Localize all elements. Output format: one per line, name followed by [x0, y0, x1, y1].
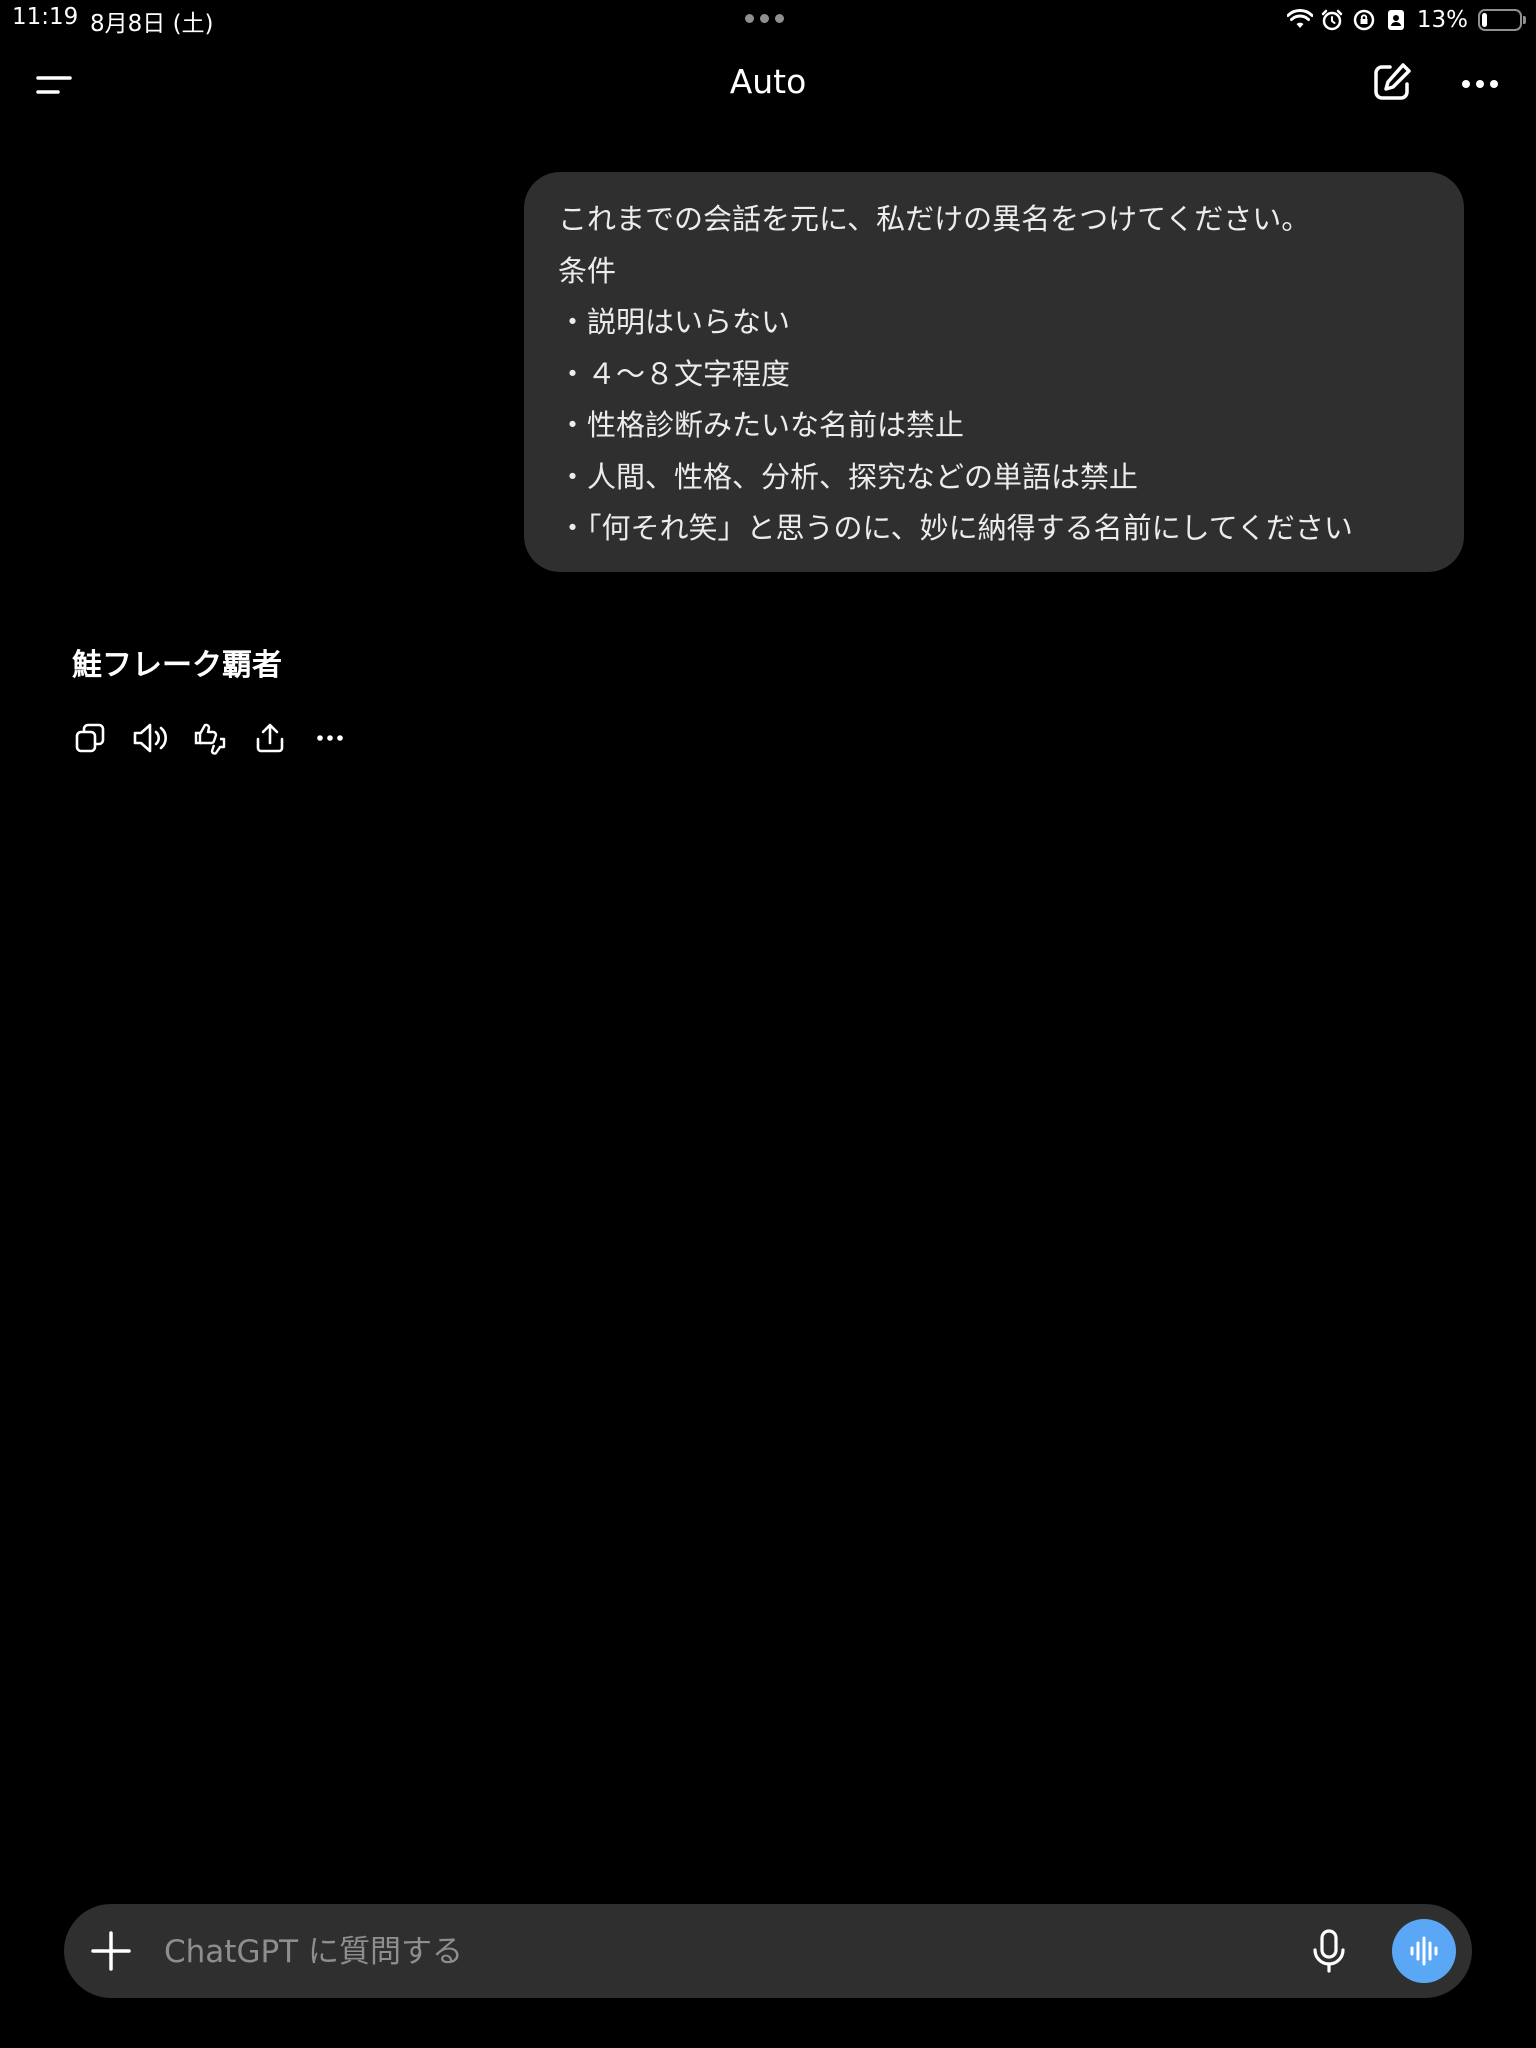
- assistant-action-bar: [70, 718, 350, 758]
- ellipsis-icon: [1462, 80, 1498, 88]
- more-icon: [317, 735, 343, 741]
- user-message-line: ・「何それ笑」と思うのに、妙に納得する名前にしてください: [558, 511, 1353, 545]
- user-message-line: これまでの会話を元に、私だけの異名をつけてください。: [558, 202, 1311, 236]
- user-message-line: ・説明はいらない: [558, 305, 791, 339]
- copy-button[interactable]: [70, 718, 110, 758]
- status-indicators: 13%: [1286, 4, 1526, 36]
- wifi-icon: [1286, 7, 1313, 33]
- model-selector-title[interactable]: Auto: [0, 62, 1536, 101]
- user-message-line: ・４〜８文字程度: [558, 356, 791, 391]
- rotation-lock-icon: [1351, 7, 1377, 33]
- attach-button[interactable]: [88, 1928, 134, 1974]
- thumbs-up-down-icon: [194, 723, 226, 755]
- plus-icon: [91, 1931, 131, 1971]
- new-chat-button[interactable]: [1370, 60, 1414, 104]
- user-message-bubble[interactable]: これまでの会話を元に、私だけの異名をつけてください。 条件 ・説明はいらない ・…: [524, 172, 1464, 572]
- read-aloud-icon: [133, 723, 167, 753]
- dictation-button[interactable]: [1304, 1926, 1354, 1976]
- user-message-line: ・人間、性格、分析、探究などの単語は禁止: [558, 459, 1139, 494]
- message-more-button[interactable]: [310, 718, 350, 758]
- chat-input[interactable]: [162, 1922, 1266, 1982]
- status-time: 11:19: [12, 4, 79, 30]
- more-options-button[interactable]: [1458, 66, 1502, 102]
- battery-level-fill: [1482, 13, 1487, 27]
- copy-icon: [75, 723, 105, 753]
- app-header: Auto: [0, 44, 1536, 124]
- share-button[interactable]: [250, 718, 290, 758]
- status-bar: 11:19 8月8日 (土) 13%: [0, 0, 1536, 40]
- share-icon: [256, 723, 284, 753]
- feedback-button[interactable]: [190, 718, 230, 758]
- microphone-icon: [1313, 1929, 1345, 1973]
- voice-mode-button[interactable]: [1392, 1919, 1456, 1983]
- battery-percent: 13%: [1416, 7, 1468, 33]
- person-badge-icon: [1383, 7, 1409, 33]
- app-screen: 11:19 8月8日 (土) 13% Auto これまでの会話を元に、私だけの異…: [0, 0, 1536, 2048]
- voice-mode-icon: [1410, 1936, 1438, 1966]
- new-chat-icon: [1374, 63, 1411, 100]
- multitasking-dots-icon[interactable]: [745, 14, 784, 23]
- user-message-line: 条件: [558, 253, 617, 288]
- status-date: 8月8日 (土): [90, 11, 214, 37]
- assistant-message-text: 鮭フレーク覇者: [72, 648, 282, 683]
- read-aloud-button[interactable]: [130, 718, 170, 758]
- alarm-icon: [1319, 7, 1345, 33]
- message-composer: [64, 1904, 1472, 1998]
- user-message-line: ・性格診断みたいな名前は禁止: [558, 408, 965, 442]
- battery-icon: [1478, 9, 1526, 31]
